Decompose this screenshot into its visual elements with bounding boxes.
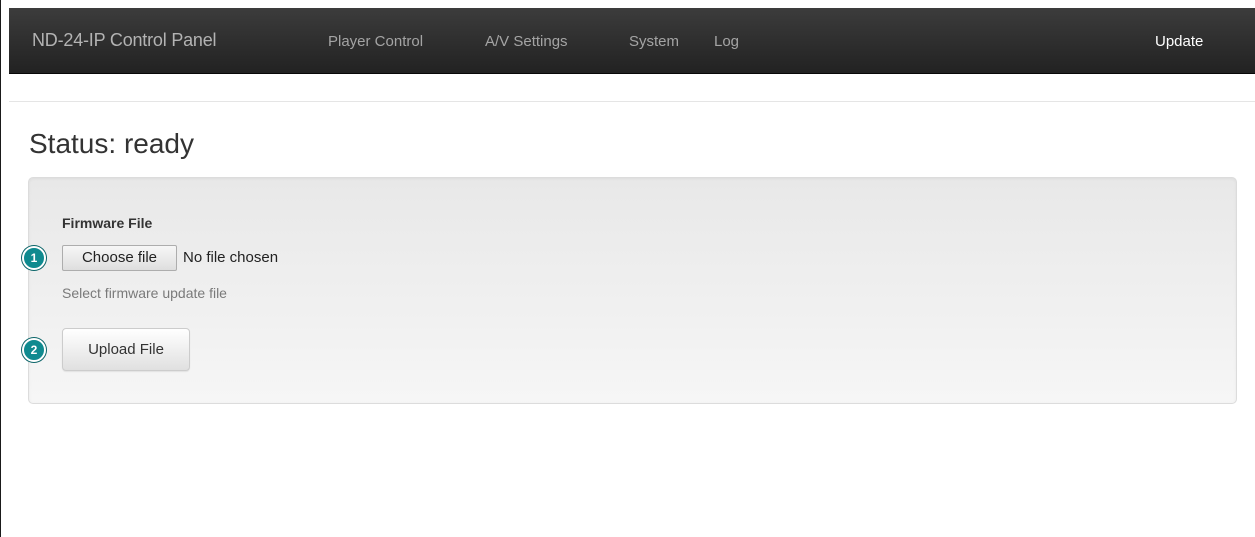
choose-file-button[interactable]: Choose file (62, 245, 177, 271)
header-divider (9, 101, 1255, 102)
firmware-file-label: Firmware File (62, 215, 153, 231)
navbar: ND-24-IP Control Panel Player Control A/… (9, 8, 1255, 74)
callout-badge-1: 1 (22, 246, 46, 270)
nav-av-settings[interactable]: A/V Settings (485, 33, 568, 50)
brand-link[interactable]: ND-24-IP Control Panel (32, 30, 217, 51)
file-chosen-status: No file chosen (183, 249, 279, 266)
firmware-help-text: Select firmware update file (62, 285, 227, 301)
status-heading: Status: ready (29, 128, 194, 159)
page-frame: ND-24-IP Control Panel Player Control A/… (0, 0, 1255, 537)
nav-system[interactable]: System (629, 33, 679, 50)
upload-file-button[interactable]: Upload File (62, 328, 190, 371)
callout-badge-2: 2 (22, 338, 46, 362)
nav-player-control[interactable]: Player Control (328, 33, 423, 50)
nav-log[interactable]: Log (714, 33, 739, 50)
nav-update[interactable]: Update (1155, 33, 1203, 50)
